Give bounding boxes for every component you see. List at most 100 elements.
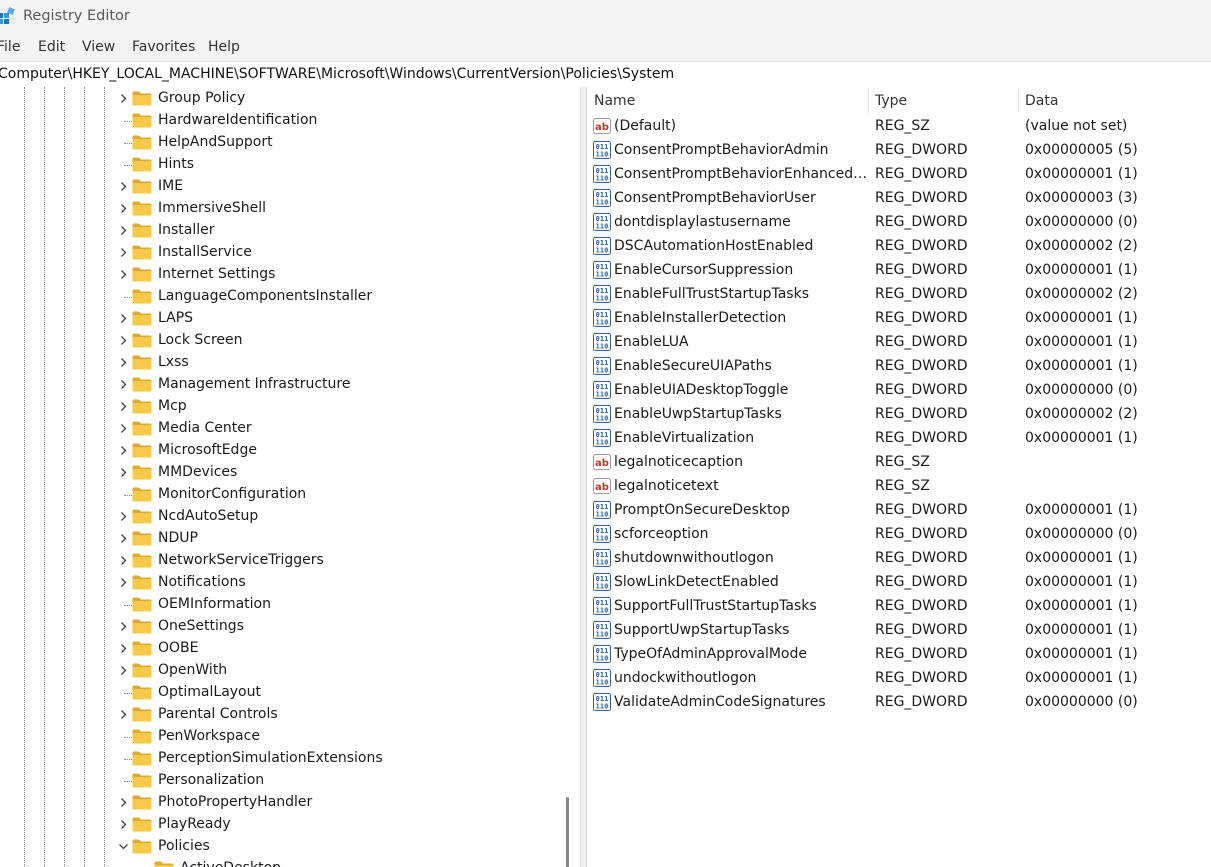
chevron-right-icon[interactable] [118,423,129,434]
value-row[interactable]: 011 110 ConsentPromptBehaviorUser REG_DWORD… [587,186,1211,210]
tree-item[interactable]: PenWorkspace [0,726,560,748]
value-row[interactable]: 011 110 scforceoption REG_DWORD 0x00000000 (… [587,522,1211,546]
tree-item[interactable]: Notifications [0,572,560,594]
tree-item[interactable]: IME [0,176,560,198]
chevron-right-icon[interactable] [118,797,129,808]
chevron-right-icon[interactable] [118,709,129,720]
value-row[interactable]: 011 110 SlowLinkDetectEnabled REG_DWORD 0x00… [587,570,1211,594]
value-row[interactable]: 011 110 dontdisplaylastusername REG_DWORD 0x… [587,210,1211,234]
value-row[interactable]: 011 110 EnableCursorSuppression REG_DWORD 0x… [587,258,1211,282]
menu-file[interactable]: File [0,39,20,55]
tree-item[interactable]: OEMInformation [0,594,560,616]
menu-view[interactable]: View [82,39,115,55]
value-row[interactable]: 011 110 EnableUIADesktopToggle REG_DWORD 0x0… [587,378,1211,402]
chevron-right-icon[interactable] [118,555,129,566]
tree-item[interactable]: OneSettings [0,616,560,638]
tree-item[interactable]: MicrosoftEdge [0,440,560,462]
value-row[interactable]: 011 110 EnableUwpStartupTasks REG_DWORD 0x00… [587,402,1211,426]
column-header-name[interactable]: Name [594,93,635,109]
tree-item[interactable]: ActiveDesktop [0,858,560,867]
tree-item[interactable]: Management Infrastructure [0,374,560,396]
menu-help[interactable]: Help [208,39,240,55]
chevron-right-icon[interactable] [118,401,129,412]
tree-item[interactable]: Parental Controls [0,704,560,726]
tree-item[interactable]: OptimalLayout [0,682,560,704]
value-row[interactable]: 011 110 undockwithoutlogon REG_DWORD 0x00000… [587,666,1211,690]
chevron-right-icon[interactable] [118,621,129,632]
value-row[interactable]: 011 110 DSCAutomationHostEnabled REG_DWORD 0… [587,234,1211,258]
chevron-right-icon[interactable] [118,445,129,456]
tree-item[interactable]: NcdAutoSetup [0,506,560,528]
value-row[interactable]: ab (Default) REG_SZ (value not set) [587,114,1211,138]
column-header-type[interactable]: Type [875,93,907,109]
tree-item[interactable]: MMDevices [0,462,560,484]
chevron-right-icon[interactable] [118,511,129,522]
tree-item[interactable]: Lxss [0,352,560,374]
value-row[interactable]: 011 110 shutdownwithoutlogon REG_DWORD 0x000… [587,546,1211,570]
value-row[interactable]: 011 110 SupportFullTrustStartupTasks REG_DW… [587,594,1211,618]
chevron-right-icon[interactable] [118,577,129,588]
value-row[interactable]: 011 110 ConsentPromptBehaviorAdmin REG_DWOR… [587,138,1211,162]
tree-item[interactable]: NDUP [0,528,560,550]
tree-item[interactable]: Internet Settings [0,264,560,286]
chevron-right-icon[interactable] [118,467,129,478]
chevron-right-icon[interactable] [118,335,129,346]
value-row[interactable]: 011 110 EnableLUA REG_DWORD 0x00000001 (1) [587,330,1211,354]
column-header-data[interactable]: Data [1025,93,1058,109]
tree-item[interactable]: OpenWith [0,660,560,682]
chevron-right-icon[interactable] [118,313,129,324]
tree-item[interactable]: Mcp [0,396,560,418]
chevron-right-icon[interactable] [118,665,129,676]
value-row[interactable]: 011 110 ConsentPromptBehaviorEnhancedAd...… [587,162,1211,186]
value-row[interactable]: 011 110 SupportUwpStartupTasks REG_DWORD 0x0… [587,618,1211,642]
chevron-right-icon[interactable] [118,533,129,544]
chevron-right-icon[interactable] [118,643,129,654]
tree-item[interactable]: ImmersiveShell [0,198,560,220]
address-bar[interactable]: Computer\HKEY_LOCAL_MACHINE\SOFTWARE\Mic… [0,61,1211,88]
tree-scrollbar-thumb[interactable] [566,797,569,867]
value-row[interactable]: 011 110 EnableSecureUIAPaths REG_DWORD 0x000… [587,354,1211,378]
chevron-right-icon[interactable] [118,93,129,104]
values-list[interactable]: Name Type Data ab (Default) REG_SZ (value n… [587,87,1211,867]
tree-item[interactable]: LanguageComponentsInstaller [0,286,560,308]
tree-item[interactable]: Policies [0,836,560,858]
value-row[interactable]: 011 110 EnableVirtualization REG_DWORD 0x000… [587,426,1211,450]
chevron-right-icon[interactable] [118,181,129,192]
tree-item[interactable]: MonitorConfiguration [0,484,560,506]
tree-item[interactable]: PerceptionSimulationExtensions [0,748,560,770]
tree-item[interactable]: Hints [0,154,560,176]
tree-item[interactable]: PhotoPropertyHandler [0,792,560,814]
tree-item[interactable]: PlayReady [0,814,560,836]
value-row[interactable]: 011 110 TypeOfAdminApprovalMode REG_DWORD 0x… [587,642,1211,666]
tree-item[interactable]: Lock Screen [0,330,560,352]
value-row[interactable]: ab legalnoticecaption REG_SZ [587,450,1211,474]
tree-item[interactable]: Personalization [0,770,560,792]
chevron-right-icon[interactable] [118,225,129,236]
value-row[interactable]: 011 110 PromptOnSecureDesktop REG_DWORD 0x00… [587,498,1211,522]
column-divider[interactable] [1018,89,1019,113]
tree-item[interactable]: LAPS [0,308,560,330]
chevron-down-icon[interactable] [118,841,129,852]
key-tree[interactable]: Group Policy HardwareIdentification HelpAn… [0,87,580,867]
tree-item[interactable]: NetworkServiceTriggers [0,550,560,572]
chevron-right-icon[interactable] [118,379,129,390]
tree-item[interactable]: HelpAndSupport [0,132,560,154]
chevron-right-icon[interactable] [118,203,129,214]
menu-favorites[interactable]: Favorites [132,39,195,55]
tree-item[interactable]: Media Center [0,418,560,440]
tree-item[interactable]: Group Policy [0,88,560,110]
pane-splitter[interactable] [580,87,587,867]
menu-edit[interactable]: Edit [38,39,65,55]
tree-item[interactable]: InstallService [0,242,560,264]
chevron-right-icon[interactable] [118,269,129,280]
tree-item[interactable]: HardwareIdentification [0,110,560,132]
tree-item[interactable]: OOBE [0,638,560,660]
chevron-right-icon[interactable] [118,819,129,830]
chevron-right-icon[interactable] [118,247,129,258]
value-row[interactable]: 011 110 EnableInstallerDetection REG_DWORD 0… [587,306,1211,330]
value-row[interactable]: 011 110 ValidateAdminCodeSignatures REG_DWO… [587,690,1211,714]
tree-item[interactable]: Installer [0,220,560,242]
value-row[interactable]: ab legalnoticetext REG_SZ [587,474,1211,498]
value-row[interactable]: 011 110 EnableFullTrustStartupTasks REG_DWO… [587,282,1211,306]
chevron-right-icon[interactable] [118,357,129,368]
